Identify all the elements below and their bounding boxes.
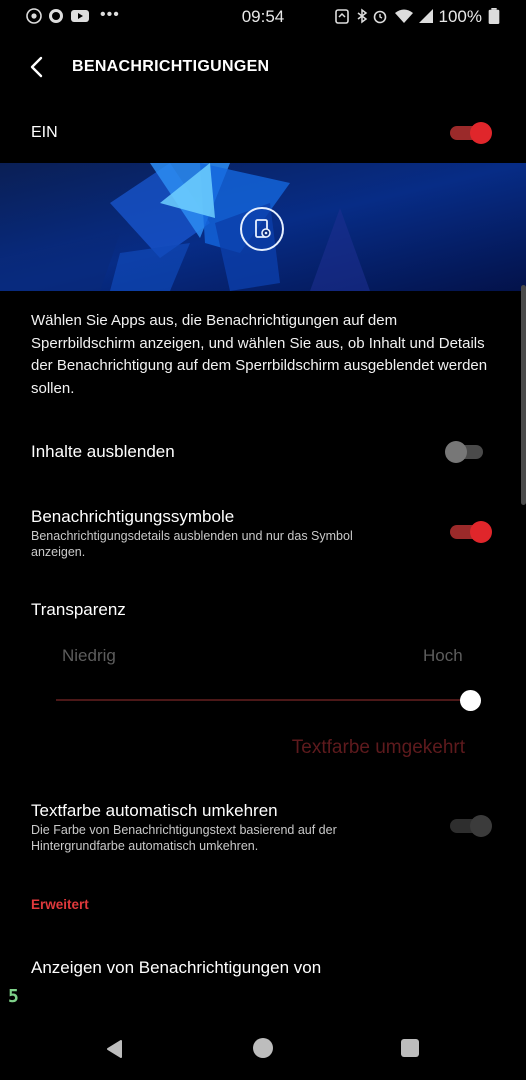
auto-invert-toggle[interactable] bbox=[448, 815, 492, 837]
back-arrow-icon[interactable] bbox=[26, 54, 52, 80]
master-switch-label: EIN bbox=[31, 124, 58, 141]
lockscreen-settings-button[interactable] bbox=[240, 207, 284, 251]
auto-invert-label: Textfarbe automatisch umkehren bbox=[31, 801, 278, 820]
alarm-icon bbox=[373, 10, 387, 24]
battery-icon bbox=[488, 8, 500, 24]
nfc-icon bbox=[335, 9, 349, 24]
inverted-text-preview: Textfarbe umgekehrt bbox=[291, 737, 465, 758]
page-title: BENACHRICHTIGUNGEN bbox=[72, 58, 270, 75]
notification-icons-sub: Benachrichtigungsdetails ausblenden und … bbox=[31, 529, 353, 559]
auto-invert-sub: Die Farbe von Benachrichtigungstext basi… bbox=[31, 823, 337, 853]
phone-settings-icon bbox=[255, 219, 271, 238]
nav-recents-icon[interactable] bbox=[400, 1038, 420, 1058]
transparency-slider-handle[interactable] bbox=[460, 690, 481, 711]
status-bar: ••• 09:54 100% bbox=[0, 0, 526, 34]
transparency-label: Transparenz bbox=[31, 600, 126, 619]
navigation-bar bbox=[0, 1015, 526, 1080]
nav-home-icon[interactable] bbox=[252, 1037, 274, 1059]
notification-icons-label: Benachrichtigungssymbole bbox=[31, 507, 235, 526]
show-notifications-from-item[interactable]: Anzeigen von Benachrichtigungen von bbox=[31, 958, 321, 978]
scrollbar[interactable] bbox=[521, 285, 526, 505]
hide-content-toggle[interactable] bbox=[445, 441, 489, 463]
hide-content-label: Inhalte ausblenden bbox=[31, 442, 175, 461]
master-switch-toggle[interactable] bbox=[448, 122, 492, 144]
transparency-high-label: Hoch bbox=[423, 646, 463, 665]
nav-back-icon[interactable] bbox=[104, 1038, 126, 1060]
battery-percent: 100% bbox=[438, 7, 482, 26]
wifi-icon bbox=[395, 9, 413, 23]
advanced-section-header: Erweitert bbox=[31, 897, 89, 912]
side-number: 5 bbox=[8, 986, 19, 1007]
transparency-low-label: Niedrig bbox=[62, 646, 116, 665]
signal-icon bbox=[419, 9, 433, 23]
notification-icons-toggle[interactable] bbox=[448, 521, 492, 543]
description-text: Wählen Sie Apps aus, die Benachrichtigun… bbox=[31, 312, 488, 397]
bluetooth-icon bbox=[357, 8, 368, 24]
transparency-slider-track[interactable] bbox=[56, 699, 470, 701]
